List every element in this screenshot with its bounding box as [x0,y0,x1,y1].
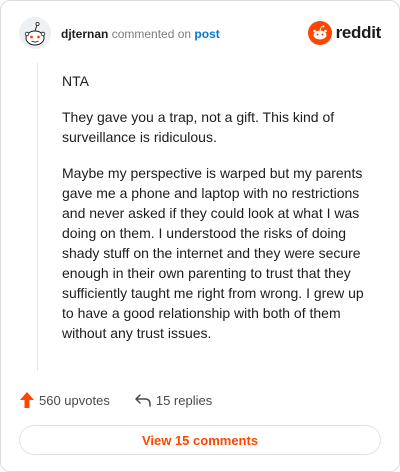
replies-button[interactable]: 15 replies [134,393,212,408]
comment-paragraph: They gave you a trap, not a gift. This k… [62,109,335,145]
user-avatar[interactable] [19,17,51,49]
comment-header: djternan commented on post reddit [19,15,381,53]
thread-line [37,63,38,371]
snoo-avatar-icon [19,17,51,49]
comment-byline: djternan commented on post [61,27,220,41]
upvote-count: 560 upvotes [39,392,110,408]
comment-body: NTA They gave you a trap, not a gift. Th… [62,71,367,359]
reddit-wordmark: reddit [335,23,382,42]
upvote-button[interactable]: 560 upvotes [19,391,110,409]
view-comments-button[interactable]: View 15 comments [19,425,381,455]
comment-card: djternan commented on post reddit NTA Th… [0,0,400,472]
reply-count: 15 replies [155,392,213,408]
action-text: commented on [111,27,192,41]
reply-arrow-icon [135,394,151,407]
upvote-arrow-icon [20,392,34,408]
comment-paragraph: Maybe my perspective is warped but my pa… [62,165,364,341]
post-link[interactable]: post [194,27,219,41]
username-link[interactable]: djternan [61,27,108,41]
comment-paragraph: NTA [62,73,89,89]
comment-actions: 560 upvotes 15 replies [19,389,212,411]
reddit-logo[interactable]: reddit [307,21,382,45]
reddit-logo-icon [307,21,332,45]
